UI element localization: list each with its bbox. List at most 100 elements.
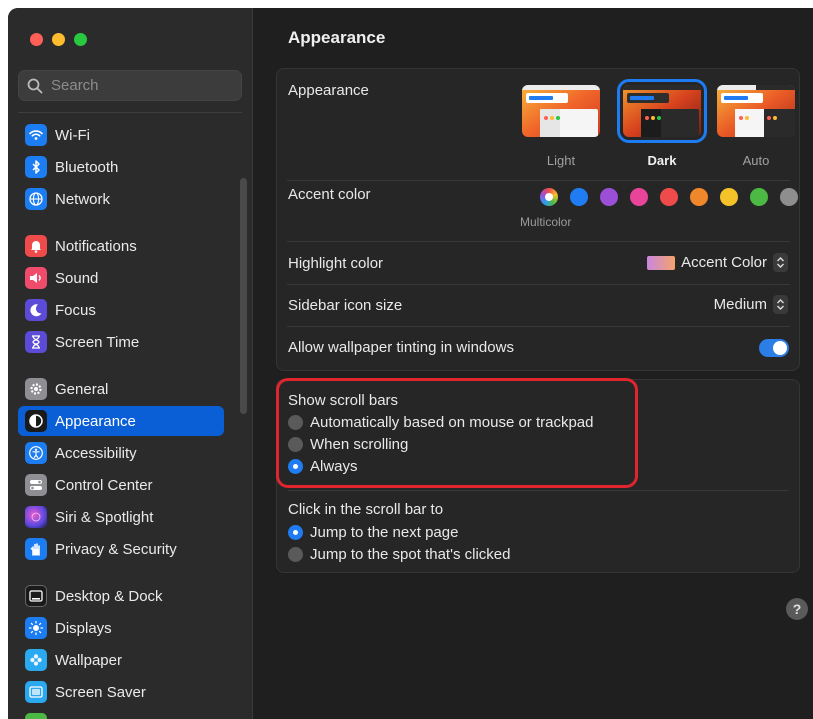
accent-red-swatch[interactable]	[660, 188, 678, 206]
click-scroll-bar-label: Click in the scroll bar to	[288, 501, 444, 518]
sun-icon	[25, 617, 47, 639]
dock-icon	[25, 585, 47, 607]
sidebar-item-focus[interactable]: Focus	[18, 295, 224, 325]
sidebar-item-label: Privacy & Security	[55, 540, 177, 558]
gear-icon	[25, 378, 47, 400]
divider	[287, 241, 790, 242]
search-field[interactable]	[18, 70, 242, 101]
theme-auto-option[interactable]	[717, 85, 795, 137]
moon-icon	[25, 299, 47, 321]
divider	[287, 326, 790, 327]
sidebar-icon-size-popup[interactable]: Medium	[714, 295, 788, 314]
highlight-color-label: Highlight color	[288, 255, 384, 272]
sidebar-item-wifi[interactable]: Wi-Fi	[18, 120, 224, 150]
radio-button[interactable]	[288, 547, 303, 562]
accent-yellow-swatch[interactable]	[720, 188, 738, 206]
sidebar-item-bluetooth[interactable]: Bluetooth	[18, 152, 224, 182]
chevron-updown-icon	[773, 295, 788, 314]
sidebar-item-screen-time[interactable]: Screen Time	[18, 327, 224, 357]
accent-color-label: Accent color	[288, 186, 371, 203]
sidebar-item-label: Sound	[55, 269, 99, 287]
main-pane: Appearance Appearance Light Dark Auto Ac…	[253, 8, 813, 719]
wallpaper-tinting-toggle[interactable]	[759, 339, 789, 357]
divider	[287, 180, 790, 181]
accent-green-swatch[interactable]	[750, 188, 768, 206]
appearance-icon	[25, 410, 47, 432]
theme-auto-label: Auto	[742, 153, 770, 168]
bell-icon	[25, 235, 47, 257]
sidebar-item-accessibility[interactable]: Accessibility	[18, 438, 224, 468]
radio-label: Jump to the spot that's clicked	[310, 546, 511, 563]
sidebar-item-label: Siri & Spotlight	[55, 508, 154, 526]
divider	[288, 490, 788, 491]
search-icon	[27, 78, 43, 93]
flower-icon	[25, 649, 47, 671]
minimize-window-button[interactable]	[52, 33, 65, 46]
sidebar-item-label: Focus	[55, 301, 96, 319]
sidebar-item-label: Network	[55, 190, 111, 208]
zoom-window-button[interactable]	[74, 33, 87, 46]
theme-light-option[interactable]	[522, 85, 600, 137]
sidebar-item-displays[interactable]: Displays	[18, 613, 224, 643]
accent-caption: Multicolor	[520, 215, 572, 229]
help-button[interactable]: ?	[786, 598, 808, 620]
sidebar-item-label: Wi-Fi	[55, 126, 90, 144]
sidebar-item-network[interactable]: Network	[18, 184, 224, 214]
screen-saver-icon	[25, 681, 47, 703]
sidebar-item-general[interactable]: General	[18, 374, 224, 404]
sidebar-item-label: General	[55, 380, 109, 398]
battery-icon	[25, 713, 47, 719]
divider	[287, 284, 790, 285]
sidebar-item-control-center[interactable]: Control Center	[18, 470, 224, 500]
theme-light-label: Light	[546, 153, 576, 168]
sidebar-item-privacy-security[interactable]: Privacy & Security	[18, 534, 224, 564]
theme-dark-option[interactable]	[617, 79, 707, 143]
sidebar-item-label: Appearance	[55, 412, 136, 430]
sidebar-scrollbar[interactable]	[240, 178, 247, 414]
accessibility-icon	[25, 442, 47, 464]
sidebar-item-partial[interactable]	[18, 709, 224, 719]
sidebar-item-label: Bluetooth	[55, 158, 119, 176]
accent-blue-swatch[interactable]	[570, 188, 588, 206]
sidebar-item-label: Wallpaper	[55, 651, 122, 669]
siri-icon	[25, 506, 47, 528]
click-scroll-next-page-option[interactable]: Jump to the next page	[288, 524, 458, 541]
appearance-label: Appearance	[288, 82, 369, 99]
settings-window: Wi-Fi Bluetooth Network Notifications So…	[8, 8, 813, 719]
accent-multicolor-swatch[interactable]	[540, 188, 558, 206]
click-scroll-spot-option[interactable]: Jump to the spot that's clicked	[288, 546, 510, 563]
sidebar-item-label: Control Center	[55, 476, 153, 494]
highlight-color-popup[interactable]: Accent Color	[647, 253, 788, 272]
accent-purple-swatch[interactable]	[600, 188, 618, 206]
sidebar-item-desktop-dock[interactable]: Desktop & Dock	[18, 581, 224, 611]
annotation-highlight-box	[276, 378, 638, 488]
wifi-icon	[25, 124, 47, 146]
sidebar-item-screen-saver[interactable]: Screen Saver	[18, 677, 224, 707]
sidebar-divider	[18, 112, 242, 113]
wallpaper-tinting-label: Allow wallpaper tinting in windows	[288, 339, 514, 356]
accent-orange-swatch[interactable]	[690, 188, 708, 206]
sidebar-item-notifications[interactable]: Notifications	[18, 231, 224, 261]
sidebar-item-label: Accessibility	[55, 444, 137, 462]
close-window-button[interactable]	[30, 33, 43, 46]
hand-icon	[25, 538, 47, 560]
sidebar-item-sound[interactable]: Sound	[18, 263, 224, 293]
chevron-updown-icon	[773, 253, 788, 272]
radio-button-selected[interactable]	[288, 525, 303, 540]
sidebar-item-appearance[interactable]: Appearance	[18, 406, 224, 436]
sidebar-icon-size-value: Medium	[713, 296, 767, 313]
sidebar-icon-size-label: Sidebar icon size	[288, 297, 403, 314]
sidebar: Wi-Fi Bluetooth Network Notifications So…	[8, 8, 253, 719]
control-center-icon	[25, 474, 47, 496]
accent-pink-swatch[interactable]	[630, 188, 648, 206]
accent-graphite-swatch[interactable]	[780, 188, 798, 206]
toggle-knob	[773, 341, 787, 355]
sidebar-item-label: Desktop & Dock	[55, 587, 163, 605]
sidebar-item-wallpaper[interactable]: Wallpaper	[18, 645, 224, 675]
search-input[interactable]	[49, 76, 233, 95]
highlight-color-value: Accent Color	[681, 254, 767, 271]
sidebar-item-siri-spotlight[interactable]: Siri & Spotlight	[18, 502, 224, 532]
sidebar-item-label: Screen Saver	[55, 683, 146, 701]
highlight-swatch	[647, 255, 676, 270]
radio-label: Jump to the next page	[310, 524, 459, 541]
